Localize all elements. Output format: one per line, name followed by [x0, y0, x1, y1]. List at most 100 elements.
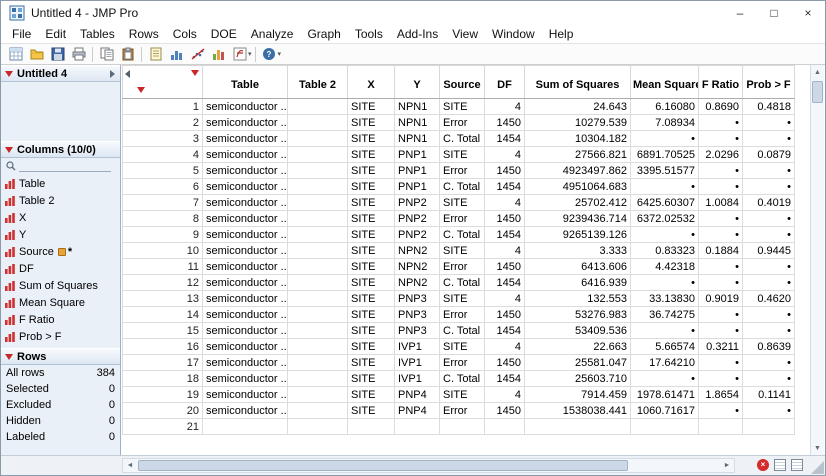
cell-x[interactable]: SITE: [348, 339, 395, 355]
cell-table2[interactable]: [288, 163, 348, 179]
cell-source[interactable]: SITE: [440, 387, 485, 403]
rows-panel-menu-icon[interactable]: [5, 354, 13, 360]
cell-y[interactable]: NPN2: [395, 275, 440, 291]
cell-source[interactable]: Error: [440, 403, 485, 419]
cell-y[interactable]: PNP4: [395, 387, 440, 403]
cell-y[interactable]: PNP1: [395, 179, 440, 195]
cell-mean-square[interactable]: 5.66574: [631, 339, 699, 355]
table-row[interactable]: 6 semiconductor ... SITE PNP1 C. Total 1…: [123, 179, 795, 195]
cell-sum-of-squares[interactable]: 27566.821: [525, 147, 631, 163]
cell-prob-f[interactable]: •: [743, 179, 795, 195]
new-data-table-icon[interactable]: [5, 45, 26, 64]
resize-grip[interactable]: [811, 461, 824, 474]
fit-y-by-x-icon[interactable]: [187, 45, 208, 64]
cell-y[interactable]: NPN1: [395, 131, 440, 147]
cell-source[interactable]: C. Total: [440, 323, 485, 339]
table-row[interactable]: 8 semiconductor ... SITE PNP2 Error 1450…: [123, 211, 795, 227]
cell-x[interactable]: SITE: [348, 259, 395, 275]
cell-f-ratio[interactable]: •: [699, 371, 743, 387]
empty-cell[interactable]: [631, 419, 699, 435]
cell-table[interactable]: semiconductor ...: [203, 355, 288, 371]
cell-x[interactable]: SITE: [348, 371, 395, 387]
columns-search-input[interactable]: [19, 160, 111, 172]
cell-mean-square[interactable]: 6.16080: [631, 99, 699, 115]
cell-source[interactable]: SITE: [440, 195, 485, 211]
cell-mean-square[interactable]: •: [631, 131, 699, 147]
empty-cell[interactable]: [395, 419, 440, 435]
row-number[interactable]: 2: [123, 115, 203, 131]
cell-table2[interactable]: [288, 339, 348, 355]
cell-f-ratio[interactable]: •: [699, 403, 743, 419]
menu-item[interactable]: Analyze: [244, 26, 301, 42]
cell-x[interactable]: SITE: [348, 147, 395, 163]
minimize-button[interactable]: –: [723, 1, 757, 25]
menu-item[interactable]: DOE: [204, 26, 244, 42]
empty-cell[interactable]: [203, 419, 288, 435]
cell-f-ratio[interactable]: 0.8690: [699, 99, 743, 115]
cell-sum-of-squares[interactable]: 4951064.683: [525, 179, 631, 195]
close-button[interactable]: ×: [791, 1, 825, 25]
table-row[interactable]: 1 semiconductor ... SITE NPN1 SITE 4 24.…: [123, 99, 795, 115]
cell-sum-of-squares[interactable]: 22.663: [525, 339, 631, 355]
next-row[interactable]: 21: [123, 419, 795, 435]
horizontal-scrollbar[interactable]: ◄ ►: [122, 458, 735, 473]
table-panel-header[interactable]: Untitled 4: [1, 65, 120, 82]
table-panel-menu-icon[interactable]: [5, 71, 13, 77]
row-number[interactable]: 6: [123, 179, 203, 195]
column-list-item[interactable]: Y: [1, 226, 120, 243]
row-number[interactable]: 17: [123, 355, 203, 371]
cell-df[interactable]: 4: [485, 99, 525, 115]
cell-y[interactable]: PNP3: [395, 323, 440, 339]
cell-prob-f[interactable]: 0.1141: [743, 387, 795, 403]
cell-f-ratio[interactable]: 0.3211: [699, 339, 743, 355]
row-number[interactable]: 16: [123, 339, 203, 355]
cell-df[interactable]: 1450: [485, 259, 525, 275]
cell-df[interactable]: 4: [485, 195, 525, 211]
columns-panel-menu-icon[interactable]: [5, 147, 13, 153]
cell-mean-square[interactable]: 0.83323: [631, 243, 699, 259]
column-header[interactable]: Table 2: [288, 66, 348, 99]
formula-icon[interactable]: [229, 45, 250, 64]
menu-item[interactable]: Window: [485, 26, 542, 42]
cell-table[interactable]: semiconductor ...: [203, 387, 288, 403]
table-row[interactable]: 10 semiconductor ... SITE NPN2 SITE 4 3.…: [123, 243, 795, 259]
column-header[interactable]: Sum of Squares: [525, 66, 631, 99]
cell-f-ratio[interactable]: •: [699, 131, 743, 147]
vertical-scroll-track[interactable]: [811, 79, 824, 441]
column-list-item[interactable]: Table: [1, 175, 120, 192]
column-header[interactable]: X: [348, 66, 395, 99]
cell-f-ratio[interactable]: 2.0296: [699, 147, 743, 163]
cell-sum-of-squares[interactable]: 24.643: [525, 99, 631, 115]
cell-mean-square[interactable]: 36.74275: [631, 307, 699, 323]
cell-table[interactable]: semiconductor ...: [203, 179, 288, 195]
cell-df[interactable]: 1454: [485, 323, 525, 339]
cell-prob-f[interactable]: 0.4019: [743, 195, 795, 211]
cell-sum-of-squares[interactable]: 7914.459: [525, 387, 631, 403]
cell-prob-f[interactable]: •: [743, 355, 795, 371]
scroll-right-arrow[interactable]: ►: [720, 459, 734, 472]
row-number[interactable]: 18: [123, 371, 203, 387]
cell-f-ratio[interactable]: •: [699, 355, 743, 371]
cell-table[interactable]: semiconductor ...: [203, 211, 288, 227]
cell-f-ratio[interactable]: •: [699, 307, 743, 323]
cell-y[interactable]: NPN2: [395, 243, 440, 259]
cell-sum-of-squares[interactable]: 9265139.126: [525, 227, 631, 243]
toolbar-dropdown-icon[interactable]: ▾: [278, 50, 282, 58]
cell-prob-f[interactable]: •: [743, 131, 795, 147]
row-number[interactable]: 19: [123, 387, 203, 403]
cell-mean-square[interactable]: •: [631, 323, 699, 339]
menu-item[interactable]: Tools: [348, 26, 390, 42]
menu-item[interactable]: Help: [542, 26, 581, 42]
menu-item[interactable]: Tables: [73, 26, 122, 42]
cell-source[interactable]: C. Total: [440, 275, 485, 291]
cell-table[interactable]: semiconductor ...: [203, 403, 288, 419]
cell-prob-f[interactable]: •: [743, 163, 795, 179]
cell-table2[interactable]: [288, 227, 348, 243]
cell-prob-f[interactable]: •: [743, 227, 795, 243]
cell-mean-square[interactable]: •: [631, 179, 699, 195]
row-number[interactable]: 3: [123, 131, 203, 147]
cell-y[interactable]: PNP4: [395, 403, 440, 419]
cell-df[interactable]: 4: [485, 291, 525, 307]
table-row[interactable]: 17 semiconductor ... SITE IVP1 Error 145…: [123, 355, 795, 371]
cell-source[interactable]: Error: [440, 211, 485, 227]
